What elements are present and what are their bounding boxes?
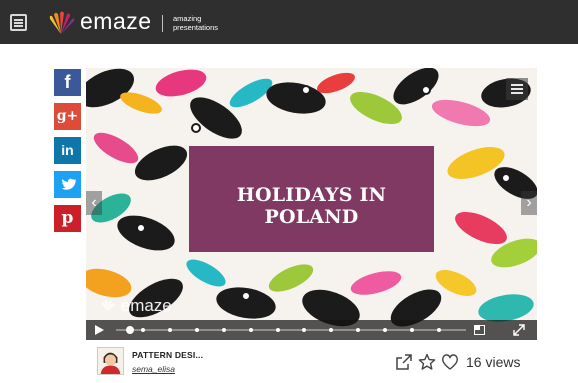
share-icon[interactable]	[395, 353, 413, 371]
facebook-icon: f	[64, 72, 71, 92]
slide-marker[interactable]	[248, 328, 253, 332]
slide-menu-icon[interactable]	[506, 78, 528, 100]
slide-marker[interactable]	[140, 328, 145, 332]
watermark-text: emaze	[120, 296, 172, 315]
facebook-share-button[interactable]: f	[54, 69, 81, 96]
top-bar: emaze amazing presentations	[0, 0, 578, 44]
slide-title-box: HOLIDAYS IN POLAND	[189, 146, 434, 252]
author-link[interactable]: sema_elisa	[132, 364, 175, 374]
tagline-line-2: presentations	[173, 23, 219, 32]
slide-marker[interactable]	[410, 328, 415, 332]
star-icon[interactable]	[418, 353, 436, 371]
emaze-watermark-icon	[101, 299, 116, 312]
brand-name[interactable]: emaze	[80, 8, 152, 35]
view-count: 16 views	[466, 354, 521, 370]
avatar[interactable]	[97, 347, 124, 375]
presentation-title[interactable]: PATTERN DESI...	[132, 350, 203, 360]
linkedin-share-button[interactable]: in	[54, 137, 81, 164]
pinterest-share-button[interactable]: p	[54, 205, 81, 232]
linkedin-icon: in	[61, 142, 74, 158]
googleplus-icon: g+	[56, 108, 79, 124]
menu-icon[interactable]	[10, 14, 27, 31]
pinterest-icon: p	[61, 208, 74, 228]
tagline-line-1: amazing	[173, 14, 202, 23]
slide-marker[interactable]	[221, 328, 226, 332]
divider	[162, 15, 163, 32]
googleplus-share-button[interactable]: g+	[54, 103, 81, 130]
heart-icon[interactable]	[441, 353, 459, 371]
previous-slide-button[interactable]: ‹	[86, 191, 102, 215]
slide-marker[interactable]	[329, 328, 334, 332]
slide-marker[interactable]	[194, 328, 199, 332]
emaze-watermark: emaze	[100, 296, 172, 316]
slide-marker[interactable]	[437, 328, 442, 332]
play-icon[interactable]	[95, 325, 104, 335]
slide-title: HOLIDAYS IN POLAND	[236, 184, 387, 228]
twitter-share-button[interactable]	[54, 171, 81, 198]
progress-knob[interactable]	[126, 326, 134, 334]
twitter-icon	[61, 178, 77, 190]
slide-marker[interactable]	[275, 328, 280, 332]
thumbnails-icon[interactable]	[474, 325, 485, 335]
emaze-logo-icon[interactable]	[46, 10, 76, 36]
next-slide-button[interactable]: ›	[521, 191, 537, 215]
slide-marker[interactable]	[356, 328, 361, 332]
slide-marker[interactable]	[383, 328, 388, 332]
presentation-info-bar: PATTERN DESI... sema_elisa 16 views	[86, 344, 537, 380]
presentation-viewer[interactable]: HOLIDAYS IN POLAND ‹ › emaze	[86, 68, 537, 340]
slide-marker[interactable]	[167, 328, 172, 332]
fullscreen-icon[interactable]	[512, 323, 526, 337]
player-controls	[86, 320, 537, 340]
slide-marker[interactable]	[302, 328, 307, 332]
tagline: amazing presentations	[173, 14, 218, 32]
